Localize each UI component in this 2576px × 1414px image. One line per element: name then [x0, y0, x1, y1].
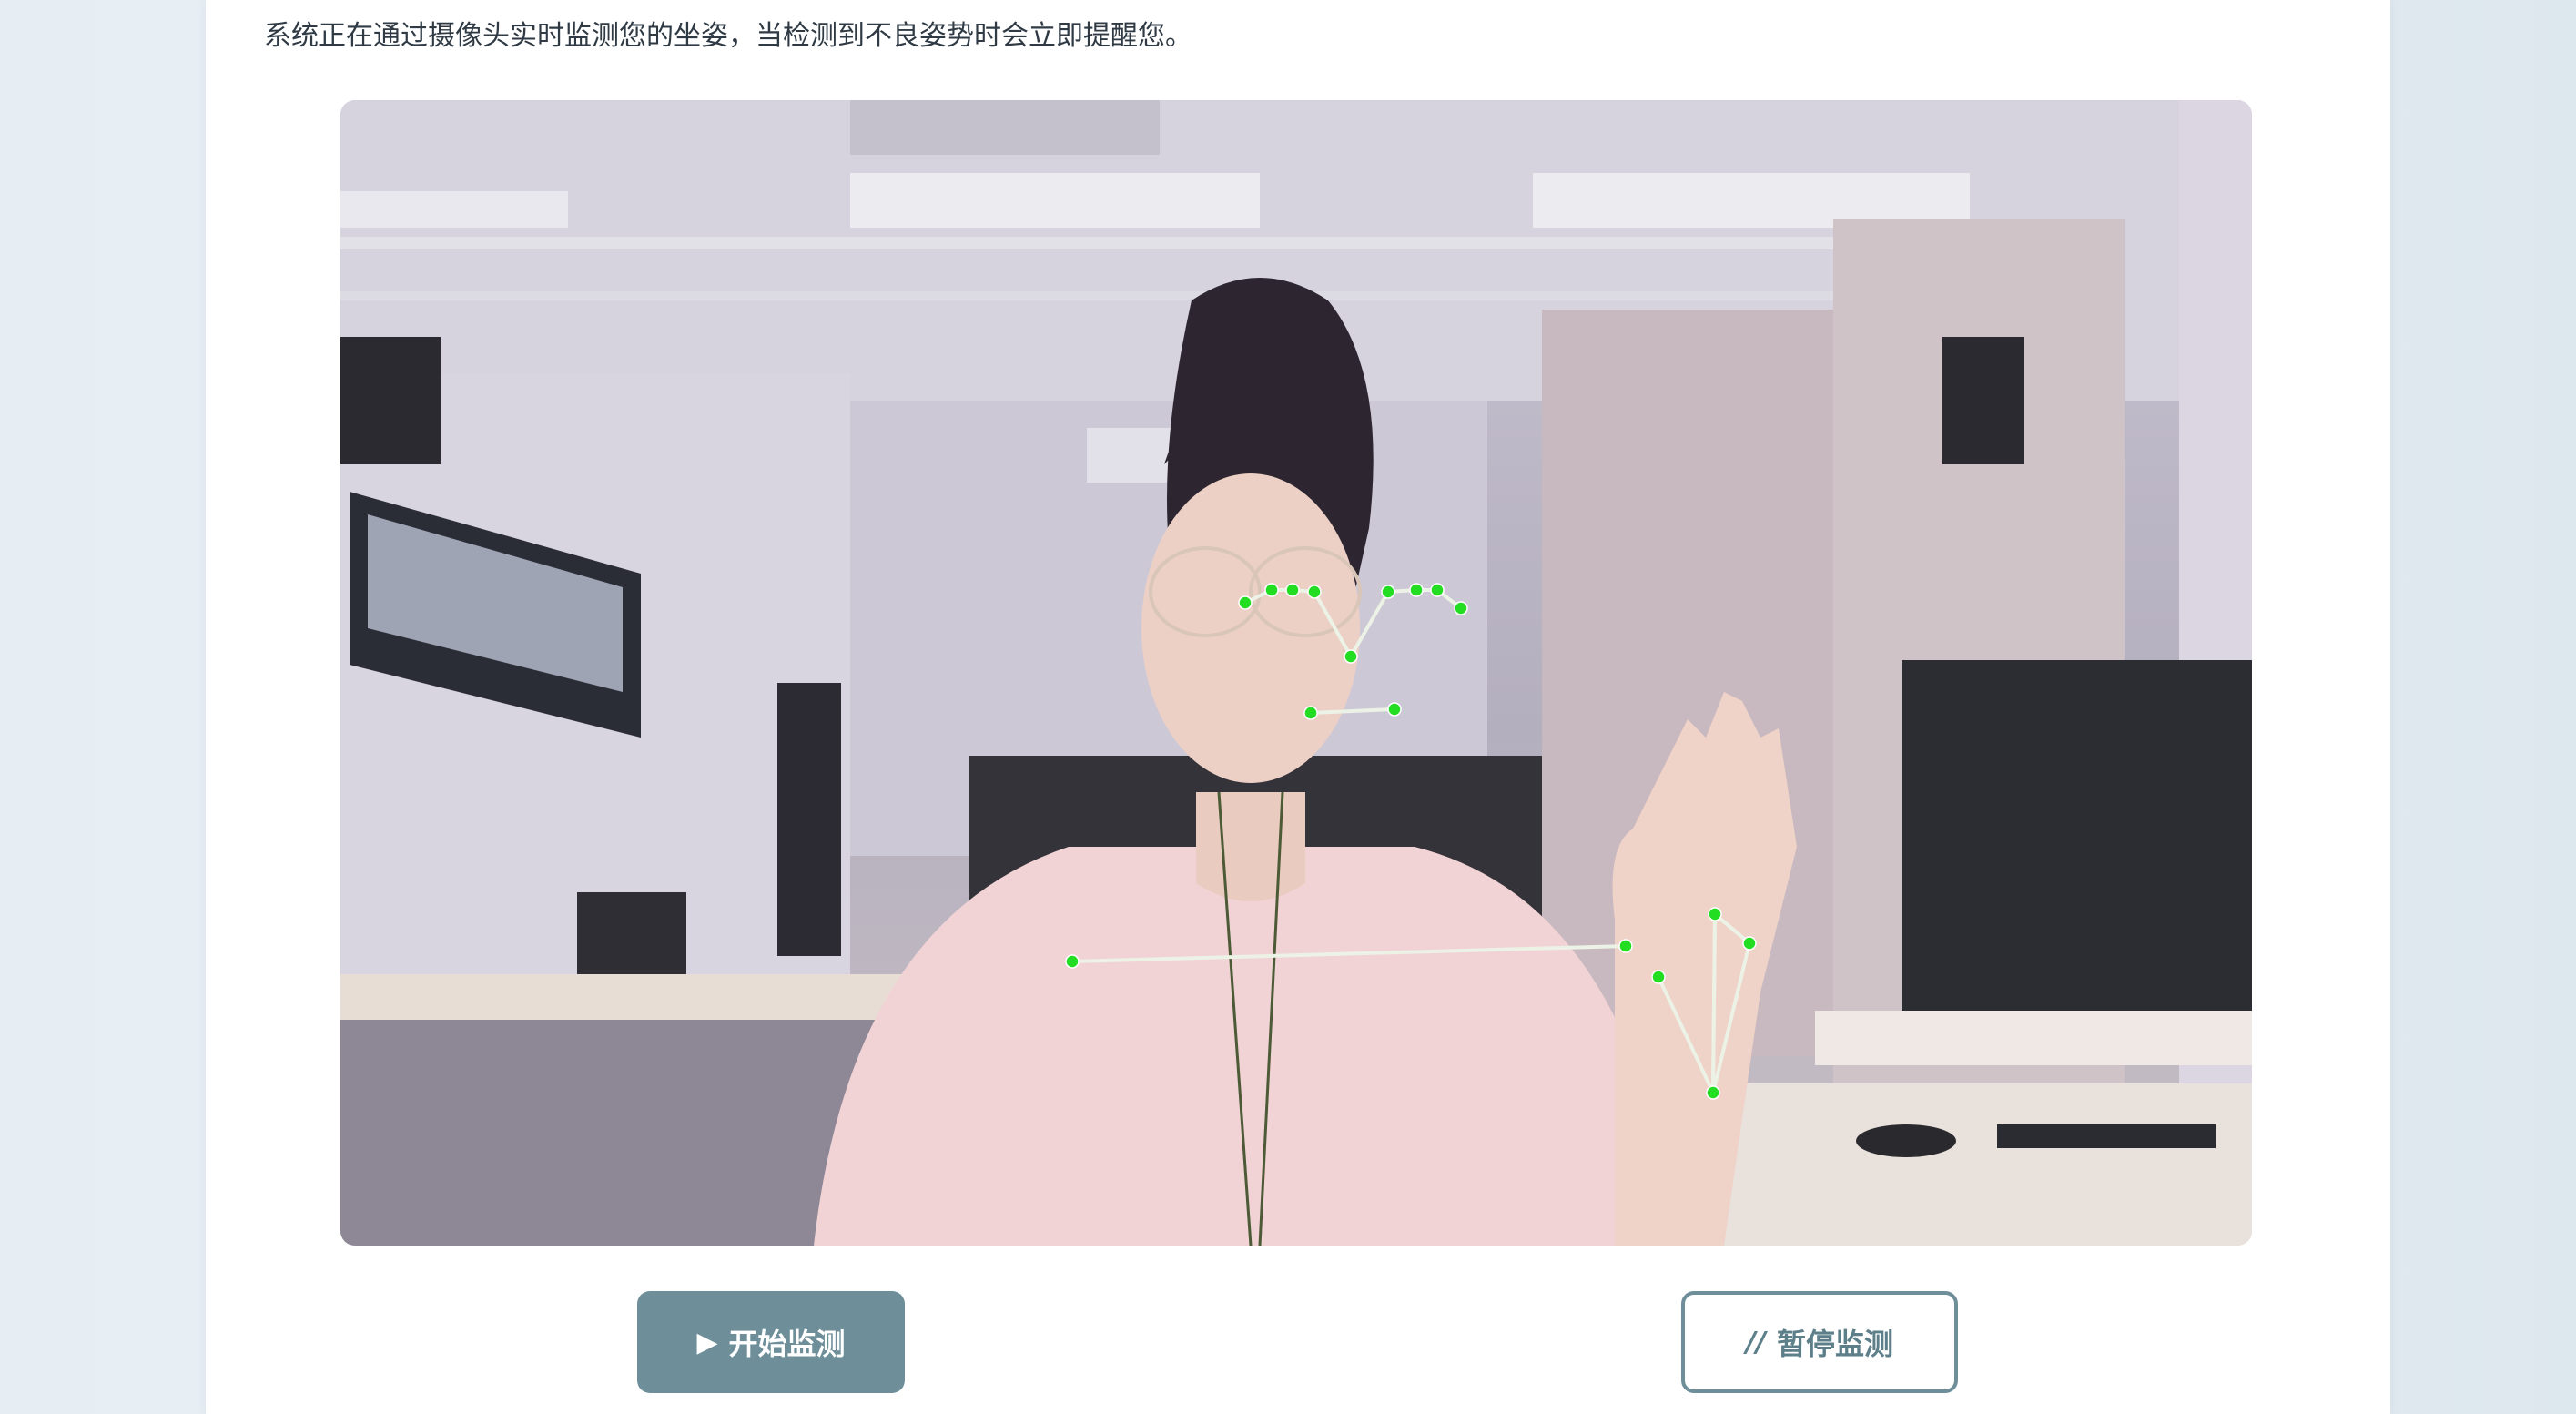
person-neck: [1196, 792, 1305, 901]
landmark-point: [1706, 1085, 1720, 1100]
landmark-point: [1651, 970, 1666, 984]
landmark-point: [1618, 939, 1633, 953]
landmark-point: [1344, 649, 1358, 664]
skeleton-hand-line: [1711, 913, 1717, 1094]
start-monitoring-label: 开始监测: [728, 1327, 846, 1361]
desk: [1706, 1083, 2252, 1246]
speaker: [1942, 337, 2024, 464]
landmark-point: [1264, 583, 1279, 597]
landmark-point: [1381, 585, 1395, 599]
landmark-point: [1708, 907, 1722, 921]
speaker: [340, 337, 441, 464]
landmark-point: [1430, 583, 1445, 597]
desk: [1815, 1011, 2252, 1065]
pause-monitoring-button[interactable]: // 暂停监测: [1681, 1291, 1958, 1393]
door: [777, 683, 841, 956]
ac-unit: [850, 100, 1160, 155]
desk: [340, 974, 923, 1020]
camera-scene: [340, 100, 2252, 1246]
landmark-point: [1742, 936, 1757, 951]
start-monitoring-button[interactable]: ▶ 开始监测: [637, 1291, 905, 1393]
landmark-point: [1307, 585, 1322, 599]
mouse: [1856, 1124, 1956, 1157]
play-icon: ▶: [696, 1326, 718, 1358]
landmark-point: [1303, 706, 1318, 720]
ceiling-light: [850, 173, 1260, 228]
camera-feed: [340, 100, 2252, 1246]
monitor: [1902, 660, 2252, 1015]
monitor-small: [577, 892, 686, 974]
beam: [340, 237, 1997, 249]
landmark-point: [1387, 702, 1402, 717]
keyboard: [1997, 1124, 2216, 1148]
pause-icon: //: [1746, 1326, 1766, 1358]
ceiling-light: [340, 191, 568, 228]
landmark-point: [1065, 954, 1080, 969]
landmark-point: [1454, 601, 1468, 615]
landmark-point: [1285, 583, 1300, 597]
pause-monitoring-label: 暂停监测: [1776, 1327, 1893, 1361]
landmark-point: [1238, 595, 1253, 610]
landmark-point: [1409, 583, 1424, 597]
monitoring-description: 系统正在通过摄像头实时监测您的坐姿，当检测到不良姿势时会立即提醒您。: [264, 20, 1192, 52]
beam: [340, 291, 1997, 300]
